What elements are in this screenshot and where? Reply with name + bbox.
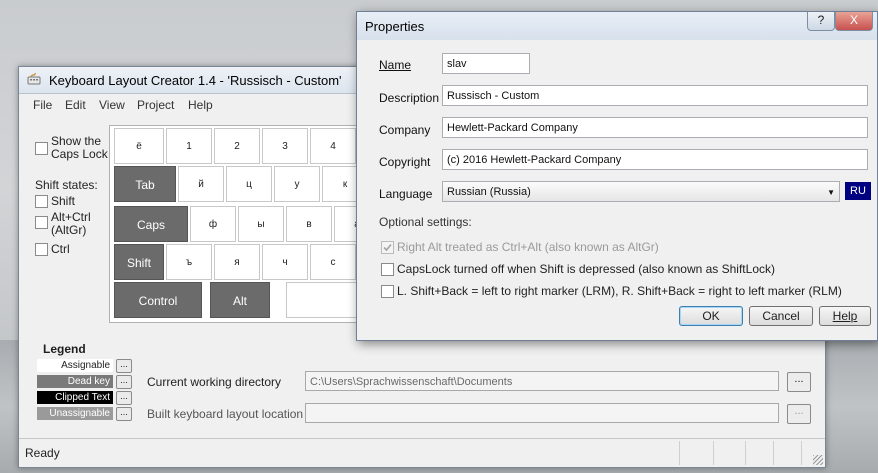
status-separator — [745, 441, 746, 465]
legend-unassignable-color-button[interactable]: ... — [116, 407, 132, 421]
key-control[interactable]: Control — [114, 282, 202, 318]
check-icon — [383, 243, 392, 252]
key-ya[interactable]: я — [214, 244, 260, 280]
company-input[interactable]: Hewlett-Packard Company — [442, 117, 868, 138]
menu-edit[interactable]: Edit — [65, 98, 86, 112]
capslock-shiftlock-label: CapsLock turned off when Shift is depres… — [397, 262, 775, 276]
language-code-badge: RU — [845, 182, 871, 200]
key-es[interactable]: с — [310, 244, 356, 280]
capslock-shiftlock-checkbox[interactable] — [381, 263, 394, 276]
legend-dead-key-color-button[interactable]: ... — [116, 375, 132, 389]
language-select-value: Russian (Russia) — [447, 186, 531, 198]
chevron-down-icon: ▼ — [827, 188, 835, 197]
legend-dead-key: Dead key — [37, 375, 113, 388]
status-separator — [679, 441, 680, 465]
legend-unassignable: Unassignable — [37, 407, 113, 420]
status-bar: Ready — [19, 438, 825, 467]
key-u[interactable]: у — [274, 166, 320, 202]
properties-title: Properties — [365, 19, 425, 34]
key-ve[interactable]: в — [286, 206, 332, 242]
properties-dialog: Properties ? X Name slav Description Rus… — [356, 11, 878, 341]
menu-project[interactable]: Project — [137, 98, 174, 112]
description-label: Description — [379, 91, 440, 105]
copyright-label: Copyright — [379, 155, 431, 169]
shift-state-label: Shift — [51, 194, 76, 208]
legend-clipped-color-button[interactable]: ... — [116, 391, 132, 405]
resize-grip[interactable] — [813, 455, 823, 465]
working-dir-label: Current working directory — [147, 375, 282, 389]
ctrl-checkbox[interactable] — [35, 243, 48, 256]
optional-settings-label: Optional settings: — [379, 215, 472, 229]
legend-assignable-color-button[interactable]: ... — [116, 359, 132, 373]
lrm-rlm-label: L. Shift+Back = left to right marker (LR… — [397, 284, 842, 298]
ctrl-state-label: Ctrl — [51, 242, 70, 256]
key-short-i[interactable]: й — [178, 166, 224, 202]
lrm-rlm-checkbox[interactable] — [381, 285, 394, 298]
cancel-button[interactable]: Cancel — [749, 306, 813, 326]
working-dir-field[interactable]: C:\Users\Sprachwissenschaft\Documents — [305, 371, 779, 391]
menu-file[interactable]: File — [33, 98, 52, 112]
properties-title-bar[interactable]: Properties ? X — [357, 12, 877, 40]
altctrl-label-1: Alt+Ctrl — [51, 210, 91, 224]
language-select[interactable]: Russian (Russia) ▼ — [442, 181, 840, 202]
key-1[interactable]: 1 — [166, 128, 212, 164]
show-caps-lock-label-1: Show the — [51, 134, 102, 148]
key-4[interactable]: 4 — [310, 128, 356, 164]
key-alt[interactable]: Alt — [210, 282, 270, 318]
help-title-button[interactable]: ? — [807, 12, 835, 31]
menu-view[interactable]: View — [99, 98, 125, 112]
company-label: Company — [379, 123, 431, 137]
altctrl-label-2: (AltGr) — [51, 223, 87, 237]
key-ef[interactable]: ф — [190, 206, 236, 242]
close-title-button[interactable]: X — [835, 12, 873, 31]
right-alt-checkbox[interactable] — [381, 241, 394, 254]
build-location-field[interactable] — [305, 403, 779, 423]
language-label: Language — [379, 187, 433, 201]
key-che[interactable]: ч — [262, 244, 308, 280]
main-window-title: Keyboard Layout Creator 1.4 - 'Russisch … — [49, 73, 342, 88]
status-separator — [773, 441, 774, 465]
help-button[interactable]: Help — [819, 306, 871, 326]
show-caps-lock-label-2: Caps Lock — [51, 147, 108, 161]
keyboard-layout-area: ё 1 2 3 4 Tab й ц у к Caps ф ы в а Shift… — [109, 125, 361, 323]
legend-assignable: Assignable — [37, 359, 113, 372]
key-yery[interactable]: ы — [238, 206, 284, 242]
altctrl-checkbox[interactable] — [35, 216, 48, 229]
legend-clipped-text: Clipped Text — [37, 391, 113, 404]
menu-help[interactable]: Help — [188, 98, 213, 112]
shift-checkbox[interactable] — [35, 195, 48, 208]
key-3[interactable]: 3 — [262, 128, 308, 164]
copyright-input[interactable]: (c) 2016 Hewlett-Packard Company — [442, 149, 868, 170]
build-location-label: Built keyboard layout location — [147, 407, 304, 421]
key-2[interactable]: 2 — [214, 128, 260, 164]
key-tab[interactable]: Tab — [114, 166, 176, 202]
build-location-browse-button[interactable]: ... — [787, 404, 811, 424]
status-text: Ready — [25, 446, 60, 460]
key-hard-sign[interactable]: ъ — [166, 244, 212, 280]
show-caps-lock-checkbox[interactable] — [35, 142, 48, 155]
key-yo[interactable]: ё — [114, 128, 164, 164]
description-input[interactable]: Russisch - Custom — [442, 85, 868, 106]
key-caps[interactable]: Caps — [114, 206, 188, 242]
status-separator — [801, 441, 802, 465]
name-input[interactable]: slav — [442, 53, 530, 74]
name-label: Name — [379, 58, 412, 72]
key-space[interactable] — [286, 282, 360, 318]
shift-states-label: Shift states: — [35, 178, 98, 192]
legend-title: Legend — [43, 342, 86, 356]
key-tse[interactable]: ц — [226, 166, 272, 202]
keyboard-app-icon — [27, 72, 41, 85]
ok-button[interactable]: OK — [679, 306, 743, 326]
right-alt-label: Right Alt treated as Ctrl+Alt (also know… — [397, 240, 659, 254]
working-dir-browse-button[interactable]: ... — [787, 372, 811, 392]
status-separator — [713, 441, 714, 465]
key-shift[interactable]: Shift — [114, 244, 164, 280]
